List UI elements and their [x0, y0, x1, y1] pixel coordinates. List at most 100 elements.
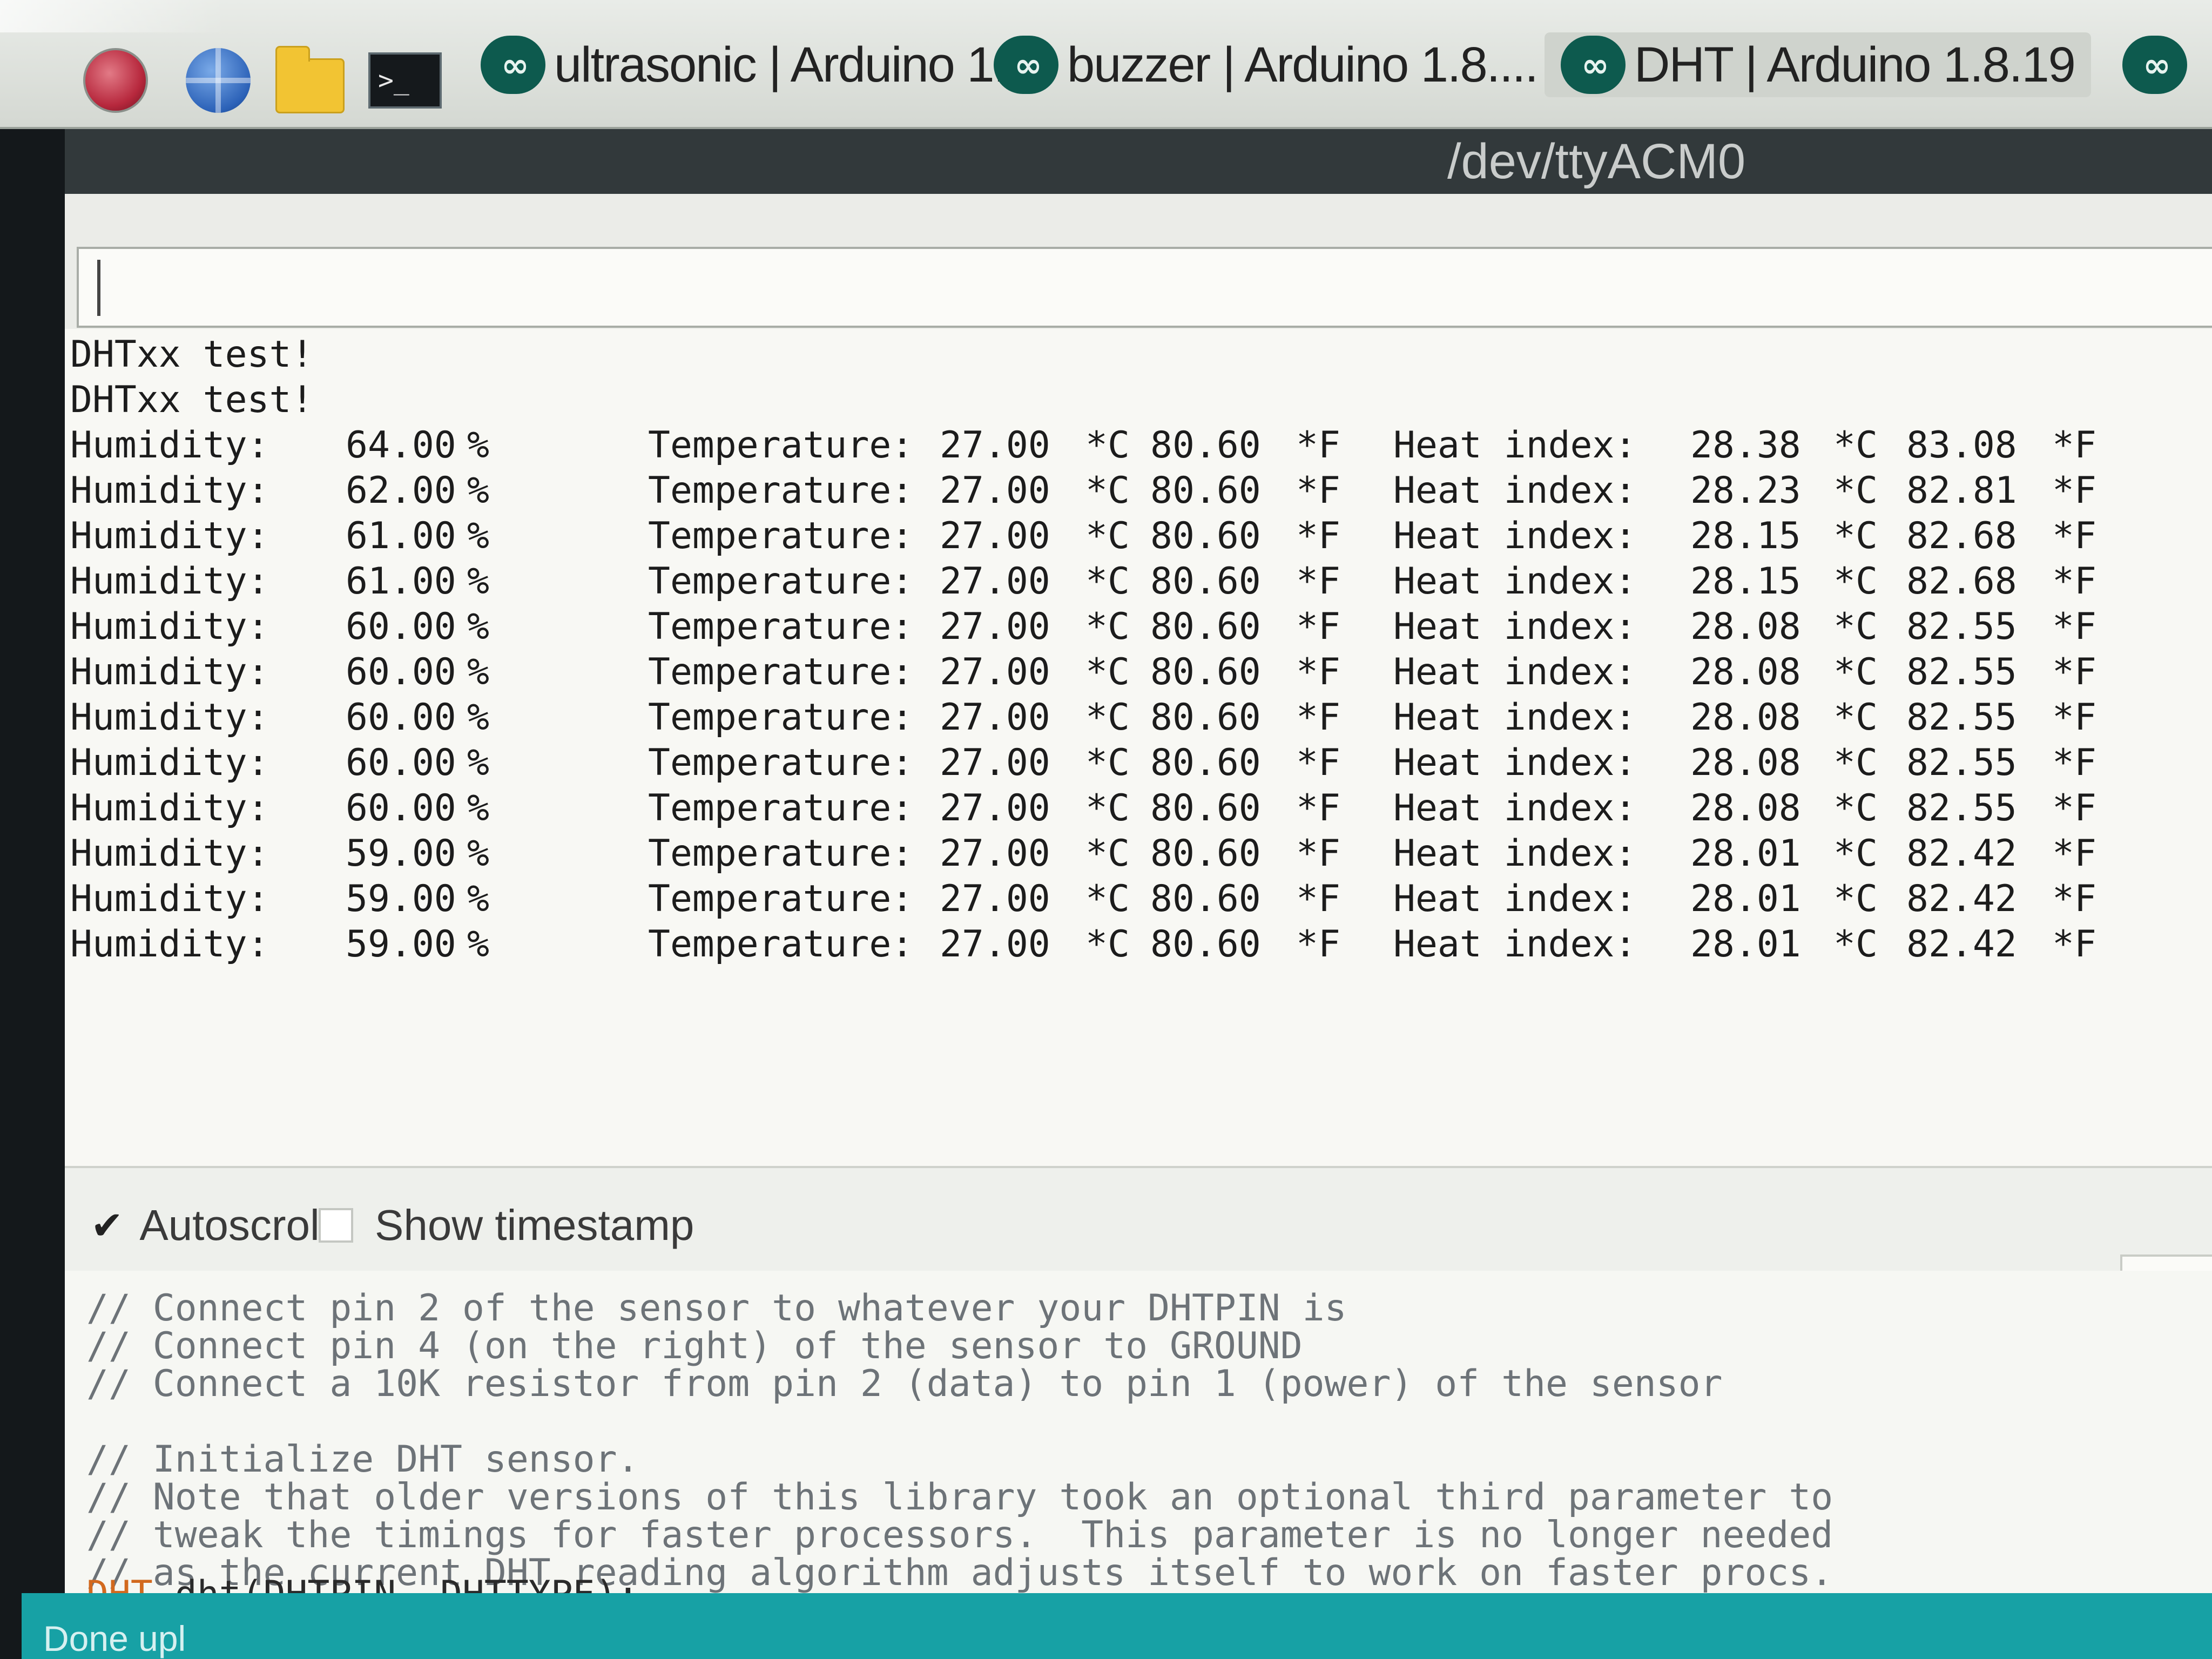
humidity-label: Humidity: — [70, 787, 269, 830]
temperature-label: Temperature: — [648, 696, 914, 739]
humidity-label: Humidity: — [70, 878, 269, 920]
percent-unit: % — [467, 741, 489, 784]
temperature-label: Temperature: — [648, 832, 914, 875]
code-line: // Connect a 10K resistor from pin 2 (da… — [86, 1363, 1723, 1405]
temperature-label: Temperature: — [648, 787, 914, 830]
percent-unit: % — [467, 696, 489, 739]
c-unit: *C — [1833, 469, 1878, 512]
f-unit: *F — [1296, 832, 1340, 875]
humidity-label: Humidity: — [70, 923, 269, 966]
percent-unit: % — [467, 560, 489, 603]
heat-c-value: 28.15 — [1690, 560, 1801, 603]
temp-c-value: 27.00 — [940, 605, 1050, 648]
temp-f-value: 80.60 — [1150, 651, 1261, 693]
temp-f-value: 80.60 — [1150, 424, 1261, 467]
text-caret — [97, 260, 100, 316]
f-unit: *F — [2052, 651, 2096, 693]
c-unit: *C — [1833, 832, 1878, 875]
show-timestamp-checkbox[interactable]: Show timestamp — [319, 1201, 694, 1250]
humidity-label: Humidity: — [70, 469, 269, 512]
c-unit: *C — [1833, 696, 1878, 739]
humidity-value: 60.00 — [346, 651, 456, 693]
autoscroll-checkbox[interactable]: ✔ Autoscroll — [91, 1201, 329, 1250]
temp-f-value: 80.60 — [1150, 605, 1261, 648]
heat-f-value: 82.55 — [1906, 787, 2017, 830]
humidity-value: 60.00 — [346, 741, 456, 784]
percent-unit: % — [467, 923, 489, 966]
f-unit: *F — [2052, 741, 2096, 784]
serial-monitor-window: /dev/ttyACM0 DHTxx test! DHTxx test! Hum… — [65, 129, 2212, 1659]
raspberry-pi-menu-icon[interactable] — [81, 46, 150, 115]
heat-index-label: Heat index: — [1393, 605, 1637, 648]
checkmark-icon: ✔ — [91, 1204, 124, 1247]
humidity-label: Humidity: — [70, 741, 269, 784]
heat-c-value: 28.08 — [1690, 651, 1801, 693]
heat-f-value: 82.68 — [1906, 560, 2017, 603]
taskbar-task-extra[interactable]: ∞ — [2122, 32, 2196, 97]
web-browser-icon[interactable] — [184, 46, 253, 115]
code-line: // Initialize DHT sensor. — [86, 1438, 639, 1481]
temp-f-value: 80.60 — [1150, 560, 1261, 603]
percent-unit: % — [467, 605, 489, 648]
temperature-label: Temperature: — [648, 424, 914, 467]
serial-output-area[interactable]: DHTxx test! DHTxx test! Humidity: 64.00% T… — [65, 329, 2212, 1168]
taskbar-task-ultrasonic[interactable]: ∞ ultrasonic | Arduino 1... — [481, 32, 1033, 97]
temp-f-value: 80.60 — [1150, 515, 1261, 557]
c-unit: *C — [1833, 605, 1878, 648]
temp-c-value: 27.00 — [940, 787, 1050, 830]
humidity-value: 64.00 — [346, 424, 456, 467]
f-unit: *F — [2052, 787, 2096, 830]
taskbar-task-buzzer[interactable]: ∞ buzzer | Arduino 1.8.... — [994, 32, 1539, 97]
humidity-value: 59.00 — [346, 832, 456, 875]
humidity-label: Humidity: — [70, 651, 269, 693]
c-unit: *C — [1833, 424, 1878, 467]
heat-index-label: Heat index: — [1393, 923, 1637, 966]
heat-f-value: 82.68 — [1906, 515, 2017, 557]
heat-index-label: Heat index: — [1393, 651, 1637, 693]
temperature-label: Temperature: — [648, 741, 914, 784]
c-unit: *C — [1085, 878, 1130, 920]
temperature-label: Temperature: — [648, 469, 914, 512]
heat-c-value: 28.15 — [1690, 515, 1801, 557]
f-unit: *F — [1296, 469, 1340, 512]
f-unit: *F — [2052, 878, 2096, 920]
f-unit: *F — [2052, 424, 2096, 467]
heat-index-label: Heat index: — [1393, 878, 1637, 920]
file-manager-icon[interactable] — [275, 46, 345, 115]
f-unit: *F — [2052, 832, 2096, 875]
c-unit: *C — [1833, 651, 1878, 693]
humidity-value: 62.00 — [346, 469, 456, 512]
temp-f-value: 80.60 — [1150, 832, 1261, 875]
arduino-logo-icon: ∞ — [994, 36, 1058, 94]
temperature-label: Temperature: — [648, 878, 914, 920]
terminal-launcher-icon[interactable]: >_ — [367, 46, 443, 115]
heat-index-label: Heat index: — [1393, 787, 1637, 830]
f-unit: *F — [1296, 651, 1340, 693]
percent-unit: % — [467, 424, 489, 467]
output-header-line: DHTxx test! — [70, 333, 314, 376]
folder-icon — [275, 46, 345, 113]
taskbar-task-dht[interactable]: ∞ DHT | Arduino 1.8.19 — [1545, 32, 2091, 97]
percent-unit: % — [467, 787, 489, 830]
heat-c-value: 28.08 — [1690, 741, 1801, 784]
serial-send-input[interactable] — [77, 247, 2212, 328]
task-label: DHT | Arduino 1.8.19 — [1634, 37, 2076, 92]
c-unit: *C — [1085, 515, 1130, 557]
autoscroll-label: Autoscroll — [139, 1201, 329, 1249]
c-unit: *C — [1085, 469, 1130, 512]
f-unit: *F — [1296, 696, 1340, 739]
heat-f-value: 82.55 — [1906, 696, 2017, 739]
percent-unit: % — [467, 469, 489, 512]
c-unit: *C — [1085, 923, 1130, 966]
humidity-value: 60.00 — [346, 605, 456, 648]
status-bar: Done upl — [22, 1593, 2212, 1659]
heat-c-value: 28.23 — [1690, 469, 1801, 512]
heat-index-label: Heat index: — [1393, 515, 1637, 557]
f-unit: *F — [2052, 515, 2096, 557]
heat-index-label: Heat index: — [1393, 424, 1637, 467]
sketch-editor[interactable]: // Connect pin 2 of the sensor to whatev… — [65, 1271, 2212, 1616]
f-unit: *F — [1296, 605, 1340, 648]
monitor-options: ✔ Autoscroll Show timestamp New — [65, 1168, 2212, 1330]
window-titlebar[interactable]: /dev/ttyACM0 — [65, 129, 2212, 194]
globe-icon — [186, 48, 251, 113]
